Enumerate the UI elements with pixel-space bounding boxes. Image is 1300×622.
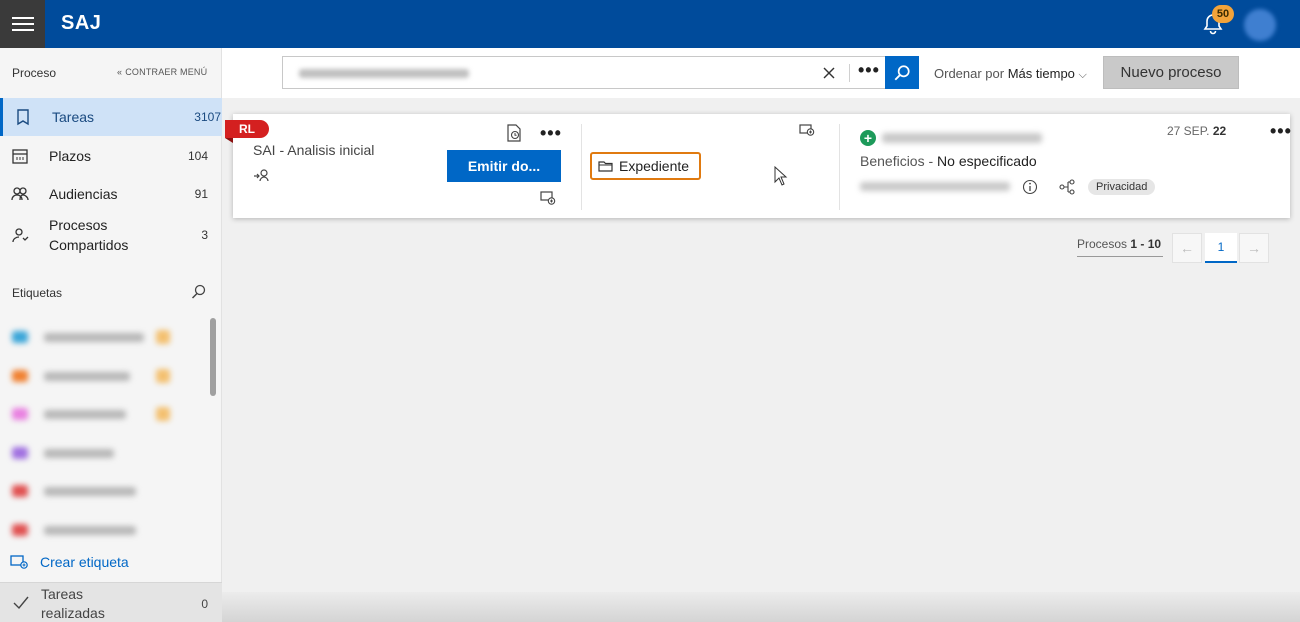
tag-item[interactable] <box>8 480 188 502</box>
arrow-right-icon: → <box>1247 240 1261 256</box>
menu-icon[interactable] <box>0 0 45 48</box>
app-title: SAJ <box>61 12 102 34</box>
task-date-prefix: 27 SEP. <box>1167 124 1210 138</box>
sidebar-item-count: 104 <box>187 149 208 163</box>
task-card[interactable] <box>233 114 1290 218</box>
pagination-label-text: Procesos <box>1077 237 1128 251</box>
create-tag-label: Crear etiqueta <box>40 554 129 570</box>
double-chevron-left-icon: « <box>117 67 123 77</box>
create-tag-link[interactable]: Crear etiqueta <box>10 554 129 570</box>
next-page-button[interactable]: → <box>1239 233 1269 263</box>
sidebar-item-label: Audiencias <box>49 186 118 202</box>
folder-icon <box>598 161 613 172</box>
tag-item[interactable] <box>8 403 188 425</box>
add-tag-icon[interactable] <box>799 123 815 139</box>
search-icon <box>894 64 910 80</box>
tags-scrollbar[interactable] <box>210 318 216 396</box>
emit-document-button[interactable]: Emitir do... <box>447 150 561 182</box>
bottom-strip <box>222 592 1300 622</box>
expediente-label: Expediente <box>619 158 690 174</box>
toolbar: ••• Ordenar por Más tiempo ⌵ Nuevo proce… <box>222 48 1300 98</box>
search-value-redacted <box>299 69 469 78</box>
completed-tasks-count: 0 <box>201 597 208 611</box>
party-name-redacted <box>882 133 1042 143</box>
tag-item[interactable] <box>8 442 188 464</box>
collapse-menu-button[interactable]: « CONTRAER MENÚ <box>117 67 207 77</box>
sidebar-item-label: Plazos <box>49 148 92 164</box>
sidebar-header: Proceso <box>12 66 57 80</box>
task-badge: RL <box>225 120 269 138</box>
sidebar-item-audiencias[interactable]: Audiencias 91 <box>0 175 222 213</box>
badge-tail <box>225 138 233 143</box>
notification-badge: 50 <box>1212 5 1234 23</box>
task-date-day: 22 <box>1212 124 1227 138</box>
search-divider <box>849 64 850 82</box>
sidebar-item-tareas[interactable]: Tareas 3107 <box>0 98 222 136</box>
benefit-value: No especificado <box>937 153 1037 169</box>
sort-prefix: Ordenar por <box>934 66 1005 81</box>
completed-tasks-item[interactable]: Tareas realizadas 0 <box>0 582 222 622</box>
top-bar: SAJ 50 <box>0 0 1300 48</box>
search-button[interactable] <box>885 56 919 89</box>
benefit-info: Beneficios - No especificado <box>860 153 1037 169</box>
sort-value: Más tiempo <box>1007 66 1075 81</box>
more-options-icon[interactable]: ••• <box>858 60 880 81</box>
collapse-menu-label: CONTRAER MENÚ <box>125 67 208 77</box>
search-icon[interactable] <box>191 284 207 300</box>
tag-item[interactable] <box>8 519 188 541</box>
people-icon <box>11 187 29 201</box>
check-icon <box>13 596 29 610</box>
sort-dropdown[interactable]: Ordenar por Más tiempo ⌵ <box>934 66 1087 82</box>
mouse-cursor-icon <box>774 166 788 186</box>
sidebar-item-label: Procesos Compartidos <box>49 217 129 253</box>
assign-user-icon[interactable] <box>253 168 271 182</box>
sidebar-item-plazos[interactable]: Plazos 104 <box>0 137 222 175</box>
tags-title: Etiquetas <box>12 286 63 300</box>
card-divider <box>839 124 840 210</box>
pagination-range: 1 - 10 <box>1130 237 1162 251</box>
task-date: 27 SEP. 22 <box>1167 124 1226 138</box>
share-nodes-icon[interactable] <box>1059 179 1075 195</box>
prev-page-button[interactable]: ← <box>1172 233 1202 263</box>
arrow-left-icon: ← <box>1180 240 1194 256</box>
pagination-label: Procesos 1 - 10 <box>1077 237 1163 257</box>
new-process-button[interactable]: Nuevo proceso <box>1103 56 1239 89</box>
process-number-redacted <box>860 182 1010 191</box>
card-divider <box>581 124 582 210</box>
completed-tasks-label: Tareas realizadas <box>41 586 105 621</box>
sidebar-item-count: 3107 <box>194 110 221 124</box>
add-tag-icon <box>10 555 28 569</box>
document-clock-icon[interactable] <box>506 124 522 142</box>
add-circle-icon[interactable]: + <box>860 130 876 146</box>
task-title[interactable]: SAI - Analisis inicial <box>253 142 374 158</box>
card-more-options-icon[interactable]: ••• <box>1270 122 1292 140</box>
search-input[interactable]: ••• <box>282 56 919 89</box>
sidebar-item-count: 3 <box>201 228 208 242</box>
calendar-icon <box>12 149 28 164</box>
info-icon[interactable] <box>1022 179 1038 195</box>
benefit-label: Beneficios <box>860 153 925 169</box>
add-tag-icon[interactable] <box>540 190 556 206</box>
task-more-options-icon[interactable]: ••• <box>540 124 562 142</box>
sidebar-item-count: 91 <box>194 187 208 201</box>
tag-item[interactable] <box>8 326 188 348</box>
tag-item[interactable] <box>8 365 188 387</box>
sidebar-item-procesos-compartidos[interactable]: Procesos Compartidos 3 <box>0 214 222 256</box>
tasks-icon <box>17 109 29 126</box>
privacy-tag: Privacidad <box>1088 179 1156 195</box>
expediente-button[interactable]: Expediente <box>590 152 701 180</box>
page-button-current[interactable]: 1 <box>1205 233 1237 263</box>
shared-user-icon <box>12 228 29 243</box>
sidebar: Proceso « CONTRAER MENÚ Tareas 3107 Plaz… <box>0 48 222 622</box>
chevron-down-icon: ⌵ <box>1078 69 1087 81</box>
close-icon[interactable] <box>821 65 837 81</box>
sidebar-item-label: Tareas <box>52 109 95 125</box>
avatar[interactable] <box>1244 9 1276 41</box>
benefit-separator: - <box>924 153 938 169</box>
